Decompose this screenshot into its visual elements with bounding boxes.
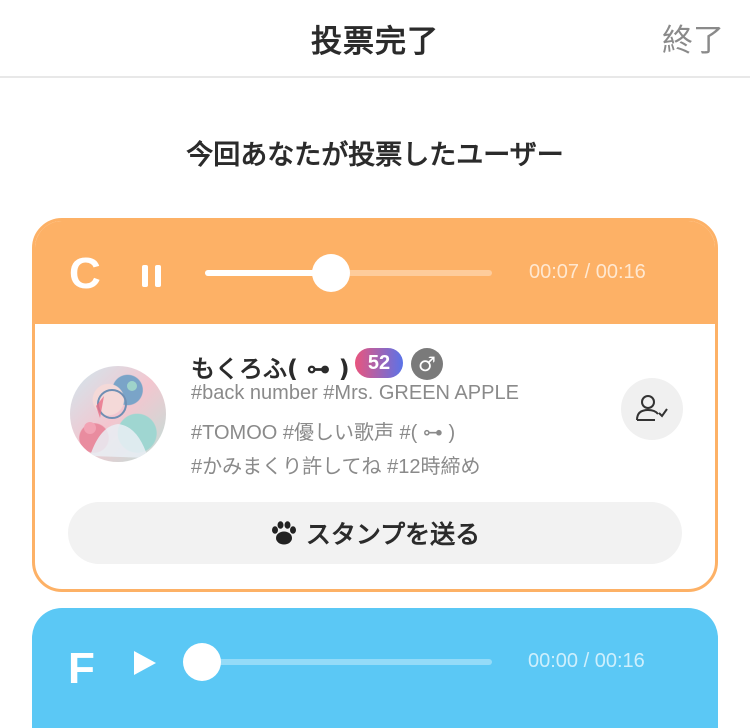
- follow-button[interactable]: [621, 378, 683, 440]
- voted-user-card: C 00:07 / 00:16 もくろふ( ⊶ ) 52 ♂ #back num…: [32, 218, 718, 592]
- send-stamp-label: スタンプを送る: [305, 520, 481, 549]
- header-bar: 投票完了 終了: [0, 0, 750, 78]
- section-title: 今回あなたが投票したユーザー: [186, 140, 564, 171]
- progress-track[interactable]: [205, 254, 492, 292]
- avatar[interactable]: [70, 366, 166, 462]
- tag-line: #TOMOO #優しい歌声 #( ⊶ ): [191, 422, 456, 444]
- age-badge: 52: [355, 348, 403, 378]
- voted-user-card: F 00:00 / 00:16: [32, 608, 718, 728]
- tag-line: #かみまくり許してね #12時締め: [191, 456, 481, 478]
- playback-time: 00:07 / 00:16: [529, 261, 646, 283]
- page-title: 投票完了: [311, 24, 439, 60]
- end-button[interactable]: 終了: [662, 15, 724, 60]
- progress-knob[interactable]: [312, 254, 351, 292]
- pause-icon[interactable]: [141, 265, 163, 287]
- play-icon[interactable]: [132, 649, 158, 681]
- male-icon: ♂: [411, 348, 443, 380]
- tag-line: #back number #Mrs. GREEN APPLE: [191, 382, 519, 404]
- grade-label: C: [69, 249, 101, 298]
- grade-label: F: [68, 644, 95, 693]
- playback-time: 00:00 / 00:16: [528, 650, 645, 672]
- audio-player: C 00:07 / 00:16: [35, 221, 715, 324]
- user-check-icon: [636, 395, 668, 421]
- progress-knob[interactable]: [183, 643, 221, 681]
- progress-track[interactable]: [183, 643, 492, 681]
- user-name: もくろふ( ⊶ ): [191, 355, 350, 383]
- send-stamp-button[interactable]: スタンプを送る: [68, 502, 682, 564]
- paw-icon: [271, 521, 296, 545]
